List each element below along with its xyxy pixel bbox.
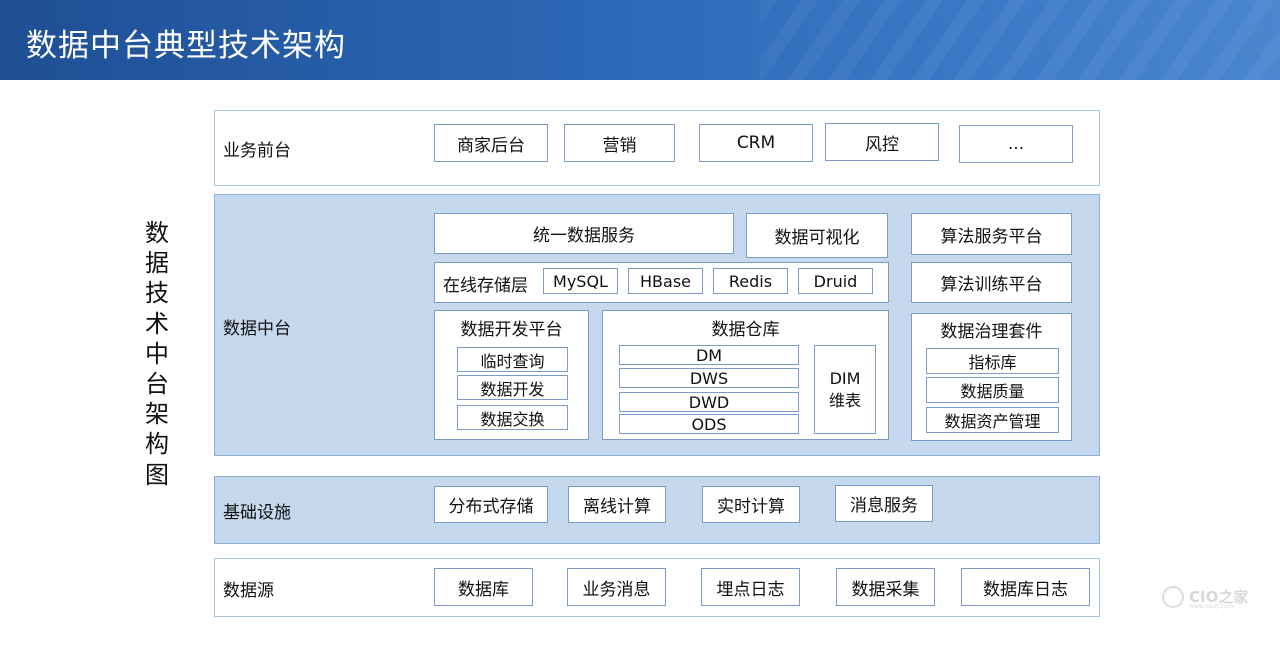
governance-item: 数据质量 — [926, 377, 1059, 403]
algo-training-platform: 算法训练平台 — [911, 262, 1072, 303]
storage-item: Druid — [798, 268, 873, 294]
infra-item: 分布式存储 — [434, 486, 548, 523]
data-dev-platform-title: 数据开发平台 — [460, 320, 563, 340]
front-item: CRM — [699, 124, 813, 162]
front-item: 营销 — [564, 124, 675, 162]
online-storage-label: 在线存储层 — [443, 276, 528, 296]
source-item: 埋点日志 — [701, 568, 800, 606]
storage-item: HBase — [628, 268, 703, 294]
layer-label-infra: 基础设施 — [223, 503, 291, 523]
storage-item: MySQL — [543, 268, 618, 294]
warehouse-layer: DM — [619, 345, 799, 365]
governance-item: 数据资产管理 — [926, 407, 1059, 433]
header-banner: 数据中台典型技术架构 — [0, 0, 1280, 80]
storage-item: Redis — [713, 268, 788, 294]
source-item: 业务消息 — [567, 568, 666, 606]
source-item: 数据库日志 — [961, 568, 1090, 606]
side-title: 数据技术中台架构图 — [145, 219, 169, 489]
data-warehouse-title: 数据仓库 — [711, 320, 780, 340]
front-item: 风控 — [825, 123, 939, 161]
infra-item: 消息服务 — [835, 485, 933, 522]
infra-item: 离线计算 — [568, 486, 666, 523]
governance-item: 指标库 — [926, 348, 1059, 374]
watermark-logo: CIO之家 www.ciozj.com — [1162, 584, 1262, 612]
algo-service-platform: 算法服务平台 — [911, 213, 1072, 255]
watermark-url: www.ciozj.com — [1189, 603, 1234, 610]
layer-label-middle: 数据中台 — [223, 319, 291, 339]
dim-table: DIM 维表 — [814, 345, 876, 434]
layer-label-source: 数据源 — [223, 581, 274, 601]
warehouse-layer: DWS — [619, 368, 799, 388]
warehouse-layer: DWD — [619, 392, 799, 412]
dev-item: 数据交换 — [457, 405, 568, 430]
data-visualization: 数据可视化 — [746, 213, 888, 258]
governance-title: 数据治理套件 — [940, 322, 1043, 342]
page-title: 数据中台典型技术架构 — [26, 28, 346, 64]
warehouse-layer: ODS — [619, 414, 799, 434]
front-item: 商家后台 — [434, 124, 548, 162]
dev-item: 临时查询 — [457, 347, 568, 372]
infra-item: 实时计算 — [702, 486, 800, 523]
unified-data-service: 统一数据服务 — [434, 213, 734, 254]
source-item: 数据采集 — [836, 568, 935, 606]
watermark-circle-icon — [1162, 586, 1184, 608]
dev-item: 数据开发 — [457, 375, 568, 400]
front-item: ... — [959, 125, 1073, 163]
source-item: 数据库 — [434, 568, 533, 606]
layer-label-front: 业务前台 — [223, 141, 291, 161]
